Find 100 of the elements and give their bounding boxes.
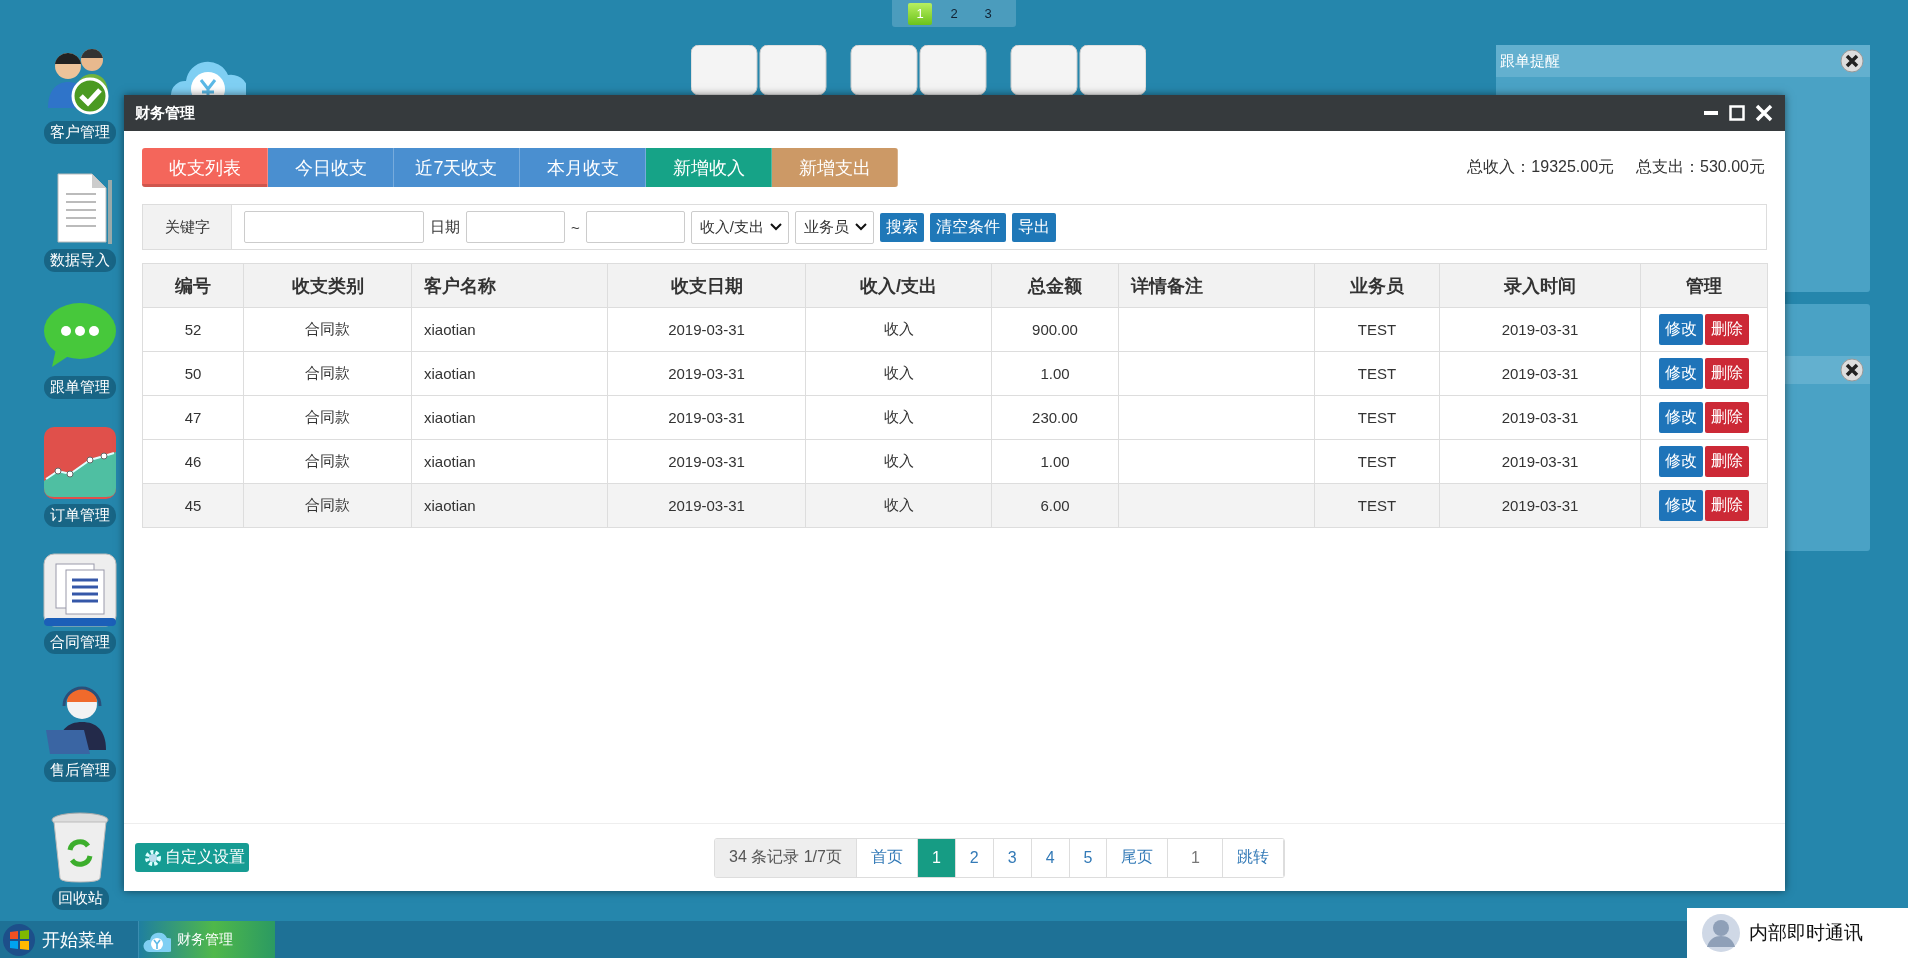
gear-icon — [143, 847, 163, 868]
desktop-icon-label[interactable]: 回收站 — [51, 886, 109, 910]
desktop-icon-label[interactable]: 客户管理 — [44, 121, 116, 144]
documents-icon[interactable] — [42, 552, 118, 629]
table-cell: 2019-03-31 — [1439, 439, 1641, 484]
table-cell: TEST — [1314, 307, 1440, 352]
table-cell: 合同款 — [243, 439, 412, 484]
table-cell: 合同款 — [243, 395, 412, 440]
end-date-field[interactable] — [585, 211, 685, 243]
notice-title: 跟单提醒 — [1500, 51, 1560, 71]
page-link[interactable]: 1 — [917, 838, 956, 877]
keyword-field[interactable] — [244, 211, 424, 243]
edit-button[interactable]: 修改 — [1659, 490, 1703, 521]
window-title: 财务管理 — [135, 103, 195, 123]
desktop-icon-label[interactable]: 订单管理 — [44, 503, 116, 527]
windows-logo-icon — [2, 922, 36, 957]
table-cell: 收入 — [805, 307, 992, 352]
edit-button[interactable]: 修改 — [1659, 402, 1703, 433]
edit-button[interactable]: 修改 — [1659, 358, 1703, 389]
delete-button[interactable]: 删除 — [1705, 358, 1749, 389]
edit-button[interactable]: 修改 — [1659, 314, 1703, 345]
table-cell: 47 — [142, 395, 244, 440]
column-header: 收支日期 — [607, 263, 806, 308]
desktop-icon-label[interactable]: 跟单管理 — [44, 376, 116, 400]
line-chart-icon[interactable] — [42, 424, 118, 501]
table-cell: xiaotian — [411, 439, 608, 484]
staff-dropdown[interactable]: 业务员 — [794, 210, 874, 244]
table-cell: TEST — [1314, 395, 1440, 440]
column-header: 收入/支出 — [805, 263, 992, 308]
table-cell: 2019-03-31 — [607, 351, 806, 396]
delete-button[interactable]: 删除 — [1705, 402, 1749, 433]
table-cell: 45 — [142, 483, 244, 528]
table-cell: xiaotian — [411, 351, 608, 396]
table-cell: 46 — [142, 439, 244, 484]
column-header: 编号 — [142, 263, 244, 308]
table-cell: 收入 — [805, 483, 992, 528]
avatar-icon — [1701, 913, 1741, 953]
desktop-icon-label[interactable]: 数据导入 — [44, 248, 116, 272]
column-header: 业务员 — [1314, 263, 1440, 308]
filter-button[interactable]: 导出 — [1011, 212, 1056, 242]
table-cell: xiaotian — [411, 395, 608, 440]
tab[interactable]: 近7天收支 — [394, 148, 520, 187]
start-menu-button[interactable]: 开始菜单 — [0, 921, 132, 958]
maximize-icon[interactable] — [1729, 105, 1745, 121]
delete-button[interactable]: 删除 — [1705, 490, 1749, 521]
table-cell: 收入 — [805, 395, 992, 440]
edit-button[interactable]: 修改 — [1659, 446, 1703, 477]
delete-button[interactable]: 删除 — [1705, 314, 1749, 345]
total-amount: 总支出：530.00元 — [1636, 157, 1765, 177]
filter-button[interactable]: 搜索 — [879, 212, 924, 242]
table-cell: 收入 — [805, 351, 992, 396]
start-date-field[interactable] — [466, 211, 565, 243]
table-cell: 2019-03-31 — [607, 307, 806, 352]
column-header: 收支类别 — [243, 263, 412, 308]
desktop-icon-label[interactable]: 售后管理 — [44, 758, 116, 782]
table-cell: 50 — [142, 351, 244, 396]
table-cell: 收入 — [805, 439, 992, 484]
table-cell: 1.00 — [991, 439, 1119, 484]
table-cell: 52 — [142, 307, 244, 352]
date-label: 日期 — [430, 217, 460, 237]
table-cell: 6.00 — [991, 483, 1119, 528]
table-cell: xiaotian — [411, 483, 608, 528]
keyword-label: 关键字 — [143, 205, 232, 249]
delete-button[interactable]: 删除 — [1705, 446, 1749, 477]
close-icon[interactable] — [1840, 49, 1864, 73]
desktop-page-tab[interactable]: 3 — [976, 2, 1000, 25]
table-cell: 合同款 — [243, 483, 412, 528]
table-cell: 合同款 — [243, 351, 412, 396]
tab[interactable]: 新增支出 — [772, 148, 898, 187]
table-cell: 2019-03-31 — [607, 439, 806, 484]
table-cell: 1.00 — [991, 351, 1119, 396]
column-header: 详情备注 — [1118, 263, 1315, 308]
table-cell: 2019-03-31 — [1439, 307, 1641, 352]
custom-settings-button[interactable]: 自定义设置 — [135, 843, 249, 872]
messenger-button[interactable]: 内部即时通讯 — [1687, 908, 1908, 958]
tab[interactable]: 收支列表 — [142, 148, 268, 187]
desktop-icon-label[interactable]: 合同管理 — [44, 631, 116, 655]
tab[interactable]: 新增收入 — [646, 148, 772, 187]
table-cell: 2019-03-31 — [1439, 483, 1641, 528]
table-cell: TEST — [1314, 483, 1440, 528]
taskbar-item[interactable]: 财务管理 — [138, 921, 275, 958]
table-cell: 2019-03-31 — [607, 395, 806, 440]
table-cell: TEST — [1314, 351, 1440, 396]
column-header: 录入时间 — [1439, 263, 1641, 308]
table-cell: 2019-03-31 — [607, 483, 806, 528]
type-dropdown[interactable]: 收入/支出 — [690, 210, 789, 244]
desktop-page-tab[interactable]: 2 — [942, 2, 966, 25]
chevron-down-icon — [769, 223, 782, 231]
column-header: 客户名称 — [411, 263, 608, 308]
tab[interactable]: 今日收支 — [268, 148, 394, 187]
column-header: 管理 — [1640, 263, 1768, 308]
record-summary: 34 条记录 1/7页 — [715, 838, 857, 877]
close-icon[interactable] — [1840, 358, 1864, 382]
range-separator: ~ — [571, 218, 580, 236]
chevron-down-icon — [854, 223, 867, 231]
table-cell: 合同款 — [243, 307, 412, 352]
table-cell: 2019-03-31 — [1439, 395, 1641, 440]
table-cell: 2019-03-31 — [1439, 351, 1641, 396]
filter-button[interactable]: 清空条件 — [929, 212, 1006, 242]
tab[interactable]: 本月收支 — [520, 148, 646, 187]
